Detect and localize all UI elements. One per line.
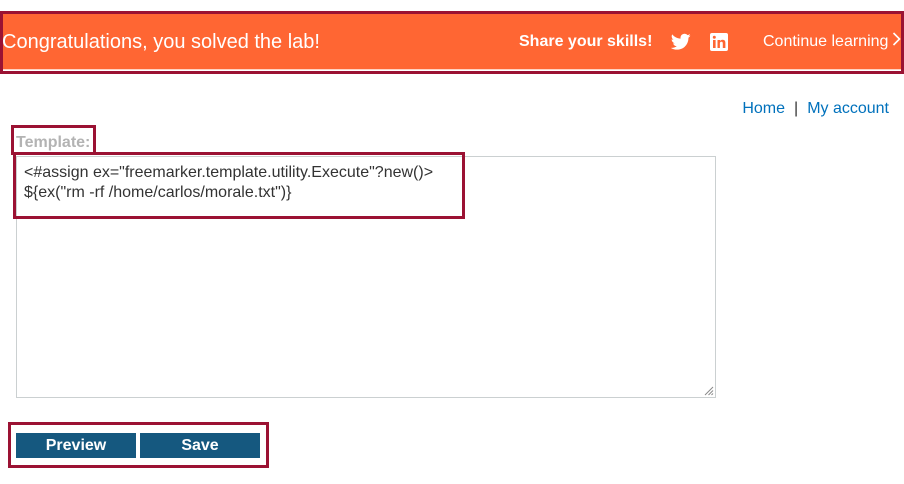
nav-separator: |: [794, 100, 799, 117]
buttons-highlight-box: [8, 422, 269, 468]
label-highlight-box: [11, 125, 96, 155]
code-highlight-box: [13, 152, 465, 219]
home-link[interactable]: Home: [742, 100, 785, 117]
resize-handle-icon[interactable]: [703, 385, 714, 396]
top-navigation: Home | My account: [742, 99, 889, 119]
banner-highlight-box: [0, 11, 904, 74]
my-account-link[interactable]: My account: [807, 100, 889, 117]
